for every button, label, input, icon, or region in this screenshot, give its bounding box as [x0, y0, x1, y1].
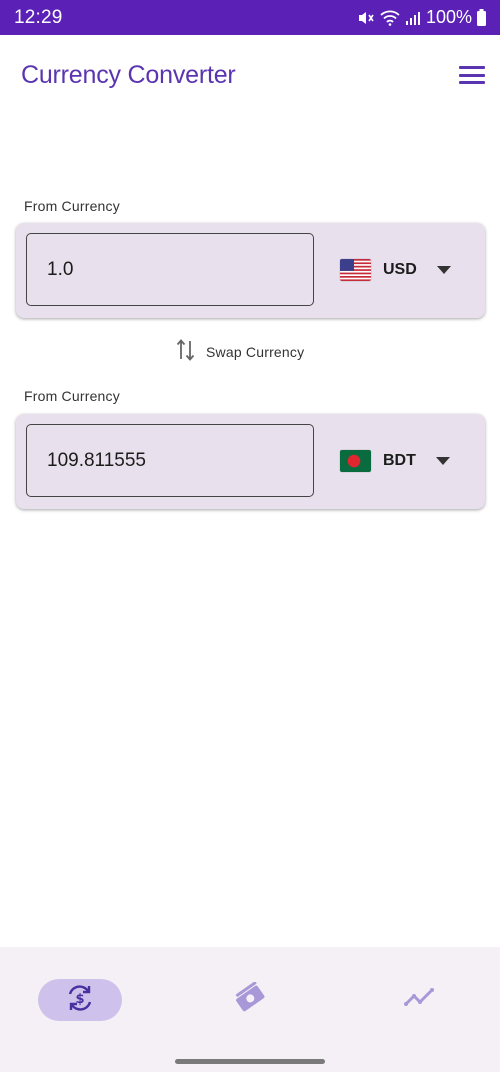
to-currency-label: From Currency	[24, 388, 120, 404]
battery-icon	[477, 9, 486, 26]
chevron-down-icon	[436, 261, 451, 279]
wifi-icon	[380, 10, 400, 26]
status-icons: 100%	[357, 7, 486, 28]
status-bar: 12:29 100%	[0, 0, 500, 35]
bd-flag-icon	[340, 450, 371, 472]
nav-payments[interactable]	[208, 979, 292, 1021]
from-amount-input[interactable]: 1.0	[26, 233, 314, 306]
bottom-navigation: $	[0, 947, 500, 1072]
page-title: Currency Converter	[21, 61, 236, 89]
chevron-down-icon	[435, 452, 450, 470]
signal-icon	[405, 11, 421, 25]
menu-button[interactable]	[458, 63, 486, 87]
battery-percent: 100%	[425, 7, 472, 27]
swap-currency-label: Swap Currency	[206, 344, 305, 360]
menu-icon-line	[459, 66, 485, 69]
trending-icon	[403, 987, 437, 1014]
from-currency-code: USD	[383, 261, 417, 278]
to-currency-dropdown[interactable]: BDT	[340, 442, 460, 480]
from-currency-card: 1.0 USD	[16, 223, 485, 318]
currency-exchange-icon: $	[65, 983, 95, 1018]
swap-currency-button[interactable]: Swap Currency	[176, 337, 304, 367]
swap-vertical-icon	[176, 337, 196, 368]
from-currency-dropdown[interactable]: USD	[340, 251, 460, 289]
to-amount-input[interactable]: 109.811555	[26, 424, 314, 497]
from-currency-label: From Currency	[24, 198, 120, 214]
us-flag-icon	[340, 259, 371, 281]
home-indicator[interactable]	[175, 1059, 325, 1064]
payments-icon	[233, 980, 267, 1019]
nav-trends[interactable]	[378, 979, 462, 1021]
svg-text:$: $	[75, 992, 84, 1007]
to-currency-code: BDT	[383, 452, 416, 469]
to-currency-card: 109.811555 BDT	[16, 414, 485, 509]
menu-icon-line	[459, 73, 485, 77]
menu-icon-line	[459, 81, 485, 84]
status-time: 12:29	[14, 6, 63, 28]
mute-icon	[357, 10, 375, 26]
screen: 12:29 100% Currency Converter From Curre…	[0, 0, 500, 1072]
nav-converter[interactable]: $	[38, 979, 122, 1021]
app-bar: Currency Converter	[0, 35, 500, 117]
